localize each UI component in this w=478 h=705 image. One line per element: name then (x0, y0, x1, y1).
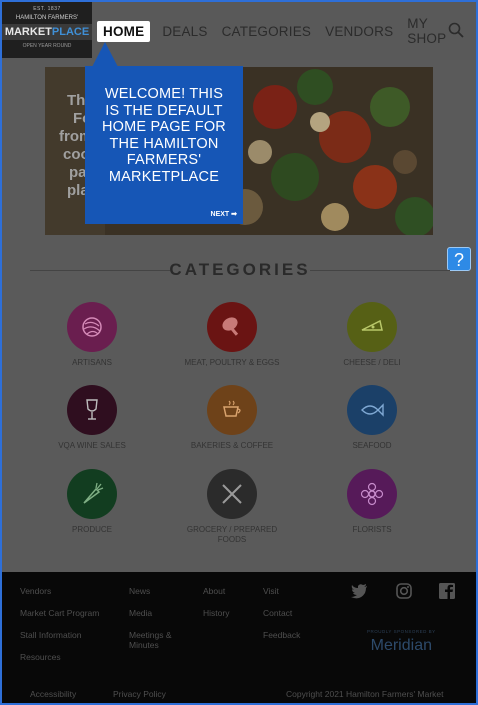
cheese-icon (361, 319, 383, 331)
footer-link-accessibility[interactable]: Accessibility (30, 689, 76, 699)
main-nav: HOME DEALS CATEGORIES VENDORS MY SHOP (97, 16, 476, 46)
category-label: VQA WINE SALES (58, 441, 126, 450)
category-seafood[interactable]: SEAFOOD (317, 385, 427, 451)
footer-col-1: Vendors Market Cart Program Stall Inform… (20, 586, 99, 674)
logo-main: MARKETPLACE (2, 24, 92, 40)
footer-col-2: News Media Meetings & Minutes (129, 586, 189, 662)
tour-tooltip: WELCOME! THIS IS THE DEFAULT HOME PAGE F… (85, 66, 243, 224)
footer-link-stall-info[interactable]: Stall Information (20, 630, 99, 640)
category-bakeries[interactable]: BAKERIES & COFFEE (177, 385, 287, 451)
category-circle (207, 469, 257, 519)
categories-heading: CATEGORIES (169, 260, 311, 279)
sponsor-logo: Meridian (370, 637, 432, 654)
category-circle (207, 302, 257, 352)
footer-copyright: Copyright 2021 Hamilton Farmers' Market (286, 689, 444, 699)
footer-link-meetings[interactable]: Meetings & Minutes (129, 630, 189, 650)
footer-link-history[interactable]: History (203, 608, 229, 618)
category-label: GROCERY / PREPARED FOODS (186, 525, 278, 544)
footer-link-resources[interactable]: Resources (20, 652, 99, 662)
page: EST. 1837 HAMILTON FARMERS' MARKETPLACE … (0, 0, 478, 705)
category-artisans[interactable]: ARTISANS (37, 302, 147, 368)
tour-next-button[interactable]: NEXT ➡ (211, 210, 237, 218)
footer-link-privacy[interactable]: Privacy Policy (113, 689, 166, 699)
category-label: PRODUCE (71, 525, 112, 534)
drumstick-icon (222, 317, 239, 336)
logo-est: EST. 1837 (33, 6, 61, 12)
carrot-icon (83, 482, 104, 504)
category-label: MEAT, POULTRY & EGGS (184, 358, 280, 367)
footer-link-about[interactable]: About (203, 586, 229, 596)
fish-icon (361, 403, 384, 417)
tour-message: WELCOME! THIS IS THE DEFAULT HOME PAGE F… (102, 86, 226, 185)
search-icon[interactable] (448, 22, 464, 38)
header: EST. 1837 HAMILTON FARMERS' MARKETPLACE … (2, 2, 476, 60)
help-button[interactable]: ? (447, 247, 471, 271)
category-circle (207, 385, 257, 435)
flower-icon (360, 482, 384, 506)
twitter-icon[interactable] (350, 582, 368, 600)
footer-col-3: About History (203, 586, 229, 630)
footer-col-4: Visit Contact Feedback (263, 586, 300, 652)
category-circle (67, 302, 117, 352)
nav-home[interactable]: HOME (97, 20, 151, 42)
category-circle (347, 302, 397, 352)
tour-tooltip-arrow (92, 42, 118, 67)
logo-market: MARKET (4, 26, 52, 38)
category-label: ARTISANS (72, 358, 112, 367)
wine-glass-icon (86, 399, 98, 420)
yarn-icon (82, 317, 102, 337)
footer-link-vendors[interactable]: Vendors (20, 586, 99, 596)
instagram-icon[interactable] (395, 582, 413, 600)
category-label: CHEESE / DELI (343, 358, 401, 367)
sponsor-block[interactable]: PROUDLY SPONSORED BY Meridian (367, 629, 436, 655)
footer-link-feedback[interactable]: Feedback (263, 630, 300, 640)
facebook-icon[interactable] (438, 582, 456, 600)
footer-link-market-cart[interactable]: Market Cart Program (20, 608, 99, 618)
logo-bottom: OPEN YEAR ROUND (22, 43, 72, 49)
nav-categories[interactable]: CATEGORIES (222, 24, 312, 39)
categories-heading-wrap: CATEGORIES (30, 260, 450, 280)
footer-link-visit[interactable]: Visit (263, 586, 300, 596)
footer: Vendors Market Cart Program Stall Inform… (2, 572, 476, 703)
category-grocery[interactable]: GROCERY / PREPARED FOODS (177, 469, 287, 544)
category-circle (347, 469, 397, 519)
category-label: SEAFOOD (352, 441, 392, 450)
category-circle (347, 385, 397, 435)
category-florists[interactable]: FLORISTS (317, 469, 427, 535)
logo-top: HAMILTON FARMERS' (15, 15, 79, 21)
nav-deals[interactable]: DEALS (162, 24, 207, 39)
category-label: FLORISTS (352, 525, 392, 534)
coffee-cup-icon (223, 400, 241, 417)
category-cheese[interactable]: CHEESE / DELI (317, 302, 427, 368)
footer-link-news[interactable]: News (129, 586, 189, 596)
site-logo[interactable]: EST. 1837 HAMILTON FARMERS' MARKETPLACE … (2, 2, 92, 58)
footer-link-contact[interactable]: Contact (263, 608, 300, 618)
footer-link-media[interactable]: Media (129, 608, 189, 618)
category-meat[interactable]: MEAT, POULTRY & EGGS (177, 302, 287, 368)
sponsor-caption: PROUDLY SPONSORED BY (367, 629, 436, 634)
category-label: BAKERIES & COFFEE (190, 441, 274, 450)
category-circle (67, 385, 117, 435)
nav-vendors[interactable]: VENDORS (325, 24, 393, 39)
logo-place: PLACE (51, 26, 90, 38)
category-circle (67, 469, 117, 519)
utensils-icon (222, 484, 242, 504)
category-wine[interactable]: VQA WINE SALES (37, 385, 147, 451)
category-produce[interactable]: PRODUCE (37, 469, 147, 535)
